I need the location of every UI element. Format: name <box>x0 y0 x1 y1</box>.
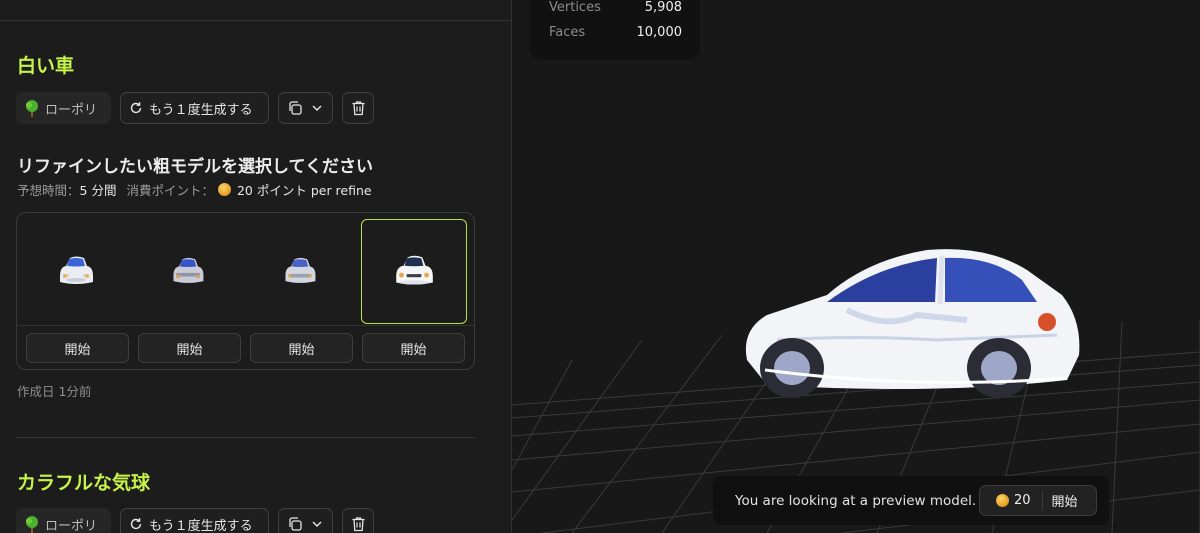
model-option-2[interactable] <box>135 219 241 324</box>
regenerate-label: もう１度生成する <box>149 518 253 533</box>
preview-message: You are looking at a preview model. <box>735 492 977 509</box>
3d-viewport[interactable]: Vertices 5,908 Faces 10,000 You are look… <box>512 0 1200 533</box>
start-button-4[interactable]: 開始 <box>362 333 465 363</box>
points-value: 20 ポイント per refine <box>236 183 372 198</box>
refine-heading: リファインしたい粗モデルを選択してください <box>17 157 373 177</box>
top-divider <box>0 20 511 21</box>
model-options: 開始 開始 開始 開始 <box>16 212 475 370</box>
start-button-1[interactable]: 開始 <box>26 333 129 363</box>
project-actions: ローポリ もう１度生成する <box>16 92 374 124</box>
options-divider <box>17 325 474 326</box>
car-thumbnail <box>396 255 433 285</box>
faces-value: 10,000 <box>636 25 683 40</box>
start-button-3[interactable]: 開始 <box>250 333 353 363</box>
model-option-1[interactable] <box>23 219 129 324</box>
chevron-down-icon <box>312 521 322 527</box>
lowpoly-tag: ローポリ <box>16 92 111 124</box>
copy-icon <box>289 101 302 115</box>
car-model <box>745 249 1080 398</box>
faces-stat: Faces 10,000 <box>549 25 682 40</box>
start-button-2[interactable]: 開始 <box>138 333 241 363</box>
car-thumbnail <box>285 257 316 283</box>
project-actions: ローポリ もう１度生成する <box>16 508 374 533</box>
preview-cost-value: 20 <box>1014 493 1031 508</box>
copy-dropdown-button[interactable] <box>278 508 333 533</box>
vertices-value: 5,908 <box>644 0 682 15</box>
trash-icon <box>352 101 365 116</box>
lowpoly-tag: ローポリ <box>16 508 111 533</box>
regenerate-label: もう１度生成する <box>149 102 253 118</box>
coin-icon <box>217 183 231 196</box>
delete-button[interactable] <box>342 508 374 533</box>
copy-dropdown-button[interactable] <box>278 92 333 124</box>
car-thumbnail <box>60 256 93 284</box>
faces-label: Faces <box>549 25 586 40</box>
coin-icon <box>996 494 1009 507</box>
project-title: カラフルな気球 <box>17 472 151 494</box>
preview-start-label: 開始 <box>1051 495 1078 510</box>
trash-icon <box>352 517 365 532</box>
delete-button[interactable] <box>342 92 374 124</box>
tree-icon <box>26 100 38 117</box>
refine-meta: 予想時間： 5 分間 消費ポイント： 20 ポイント per refine <box>17 180 372 199</box>
lowpoly-label: ローポリ <box>45 102 98 118</box>
refresh-icon <box>130 518 142 530</box>
model-option-3[interactable] <box>247 219 353 324</box>
tree-icon <box>26 516 38 533</box>
preview-cost: 20 <box>980 491 1043 510</box>
points-label: 消費ポイント： <box>126 183 214 198</box>
car-thumbnail <box>173 257 204 283</box>
chevron-down-icon <box>312 105 322 111</box>
left-panel: 白い車 ローポリ もう１度生成する リファインしたい粗モデルを選択してください … <box>0 0 512 533</box>
regenerate-button[interactable]: もう１度生成する <box>120 92 269 124</box>
model-option-4[interactable] <box>361 219 467 324</box>
time-label: 予想時間： <box>17 183 80 198</box>
vertices-stat: Vertices 5,908 <box>549 0 682 15</box>
preview-notice: You are looking at a preview model. 20 開… <box>713 476 1109 525</box>
project-title: 白い車 <box>17 55 75 77</box>
model-stats: Vertices 5,908 Faces 10,000 <box>530 0 700 60</box>
vertices-label: Vertices <box>549 0 601 15</box>
time-value: 5 分間 <box>79 183 117 198</box>
section-divider <box>16 437 475 438</box>
copy-icon <box>289 517 302 531</box>
preview-start-button[interactable]: 20 開始 <box>979 485 1097 516</box>
lowpoly-label: ローポリ <box>45 518 98 533</box>
refresh-icon <box>130 102 142 114</box>
regenerate-button[interactable]: もう１度生成する <box>120 508 269 533</box>
created-date: 作成日 1分前 <box>17 384 92 399</box>
